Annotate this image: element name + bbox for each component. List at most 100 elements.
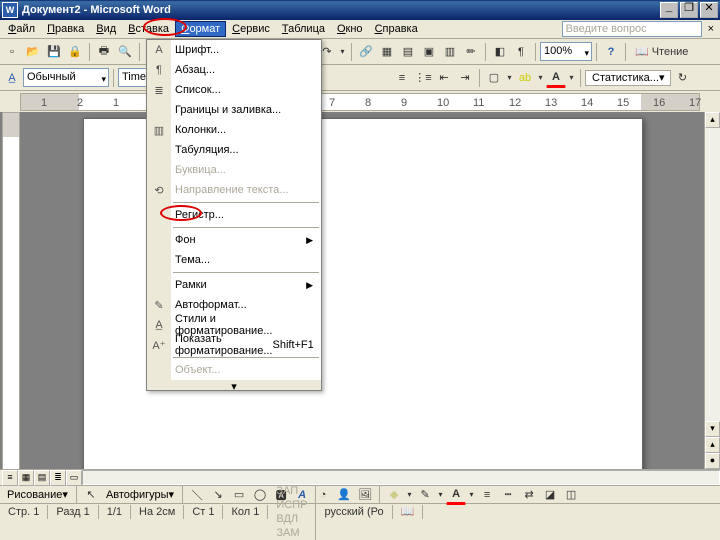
print-preview-button[interactable]: 🔍 — [115, 42, 135, 62]
dash-style-button[interactable]: ┅ — [498, 485, 518, 505]
columns-button[interactable]: ▥ — [440, 42, 460, 62]
excel-button[interactable]: ▣ — [419, 42, 439, 62]
ruler-mark: 2 — [77, 97, 83, 109]
menu-item-шрифт[interactable]: AШрифт... — [147, 40, 321, 60]
vertical-ruler[interactable] — [2, 112, 20, 485]
doc-map-button[interactable]: ◧ — [490, 42, 510, 62]
permissions-button[interactable]: 🔒 — [65, 42, 85, 62]
border-dropdown[interactable]: ▾ — [505, 73, 514, 82]
tables-borders-button[interactable]: ▦ — [377, 42, 397, 62]
menu-окно[interactable]: Окно — [331, 21, 369, 37]
zoom-combo[interactable]: 100% — [540, 42, 592, 61]
line-color-dropdown[interactable]: ▾ — [436, 490, 445, 499]
shadow-button[interactable]: ◪ — [540, 485, 560, 505]
expand-menu-chevron[interactable]: ▾ — [147, 380, 321, 390]
menu-справка[interactable]: Справка — [369, 21, 424, 37]
print-view-button[interactable]: ▤ — [34, 470, 50, 486]
reading-view-button[interactable]: ▭ — [66, 470, 82, 486]
style-combo[interactable]: Обычный — [23, 68, 109, 87]
scroll-track[interactable] — [705, 128, 720, 421]
new-doc-button[interactable]: ▫ — [2, 42, 22, 62]
menu-файл[interactable]: Файл — [2, 21, 41, 37]
rectangle-button[interactable]: ▭ — [229, 485, 249, 505]
bullets-button[interactable]: ⋮≡ — [413, 68, 433, 88]
horizontal-scrollbar[interactable]: ≡ ▦ ▤ ≣ ▭ — [0, 469, 720, 485]
menu-item-колонки[interactable]: ▥Колонки... — [147, 120, 321, 140]
status-mode-зам[interactable]: ЗАМ — [268, 526, 316, 540]
insert-table-button[interactable]: ▤ — [398, 42, 418, 62]
status-spellcheck-icon[interactable]: 📖 — [393, 505, 424, 519]
highlight-dropdown[interactable]: ▾ — [536, 73, 545, 82]
status-mode-зап[interactable]: ЗАП — [268, 484, 316, 498]
drawing-toggle-button[interactable]: ✏ — [461, 42, 481, 62]
decrease-indent-button[interactable]: ⇤ — [434, 68, 454, 88]
fill-color-dropdown[interactable]: ▾ — [405, 490, 414, 499]
menu-таблица[interactable]: Таблица — [276, 21, 331, 37]
menu-сервис[interactable]: Сервис — [226, 21, 276, 37]
line-color-button[interactable]: ✎ — [415, 485, 435, 505]
numbering-button[interactable]: ≡ — [392, 68, 412, 88]
menu-правка[interactable]: Правка — [41, 21, 90, 37]
vertical-scrollbar[interactable]: ▴ ▾ ▴ ● ▾ — [704, 112, 720, 485]
outline-view-button[interactable]: ≣ — [50, 470, 66, 486]
3d-button[interactable]: ◫ — [561, 485, 581, 505]
print-button[interactable]: 🖶 — [94, 42, 114, 62]
drawing-menu-button[interactable]: Рисование ▾ — [3, 487, 72, 503]
horizontal-ruler[interactable]: 121234567891011121314151617 — [20, 93, 700, 111]
recount-button[interactable]: ↻ — [672, 68, 692, 88]
close-button[interactable]: ✕ — [700, 2, 718, 18]
autoshapes-button[interactable]: Автофигуры ▾ — [102, 487, 178, 503]
menu-item-абзац[interactable]: ¶Абзац... — [147, 60, 321, 80]
menu-item-список[interactable]: ≣Список... — [147, 80, 321, 100]
read-mode-button[interactable]: 📖 Чтение — [630, 42, 693, 62]
select-objects-button[interactable]: ↖ — [81, 485, 101, 505]
open-button[interactable]: 📂 — [23, 42, 43, 62]
menu-item-табуляция[interactable]: Табуляция... — [147, 140, 321, 160]
fill-color-button[interactable]: ◆ — [384, 485, 404, 505]
menu-item-фон[interactable]: Фон▶ — [147, 230, 321, 250]
menu-item-регистр[interactable]: Регистр... — [147, 205, 321, 225]
increase-indent-button[interactable]: ⇥ — [455, 68, 475, 88]
menu-вставка[interactable]: Вставка — [122, 21, 175, 37]
outside-border-button[interactable]: ▢ — [484, 68, 504, 88]
scroll-down-button[interactable]: ▾ — [705, 421, 720, 437]
insert-picture-button[interactable]: 🖼 — [355, 485, 375, 505]
menu-item-границы-и-заливка[interactable]: Границы и заливка... — [147, 100, 321, 120]
statistics-button[interactable]: Статистика... ▾ — [585, 70, 671, 86]
clipart-button[interactable]: 👤 — [334, 485, 354, 505]
hyperlink-button[interactable]: 🔗 — [356, 42, 376, 62]
line-style-button[interactable]: ≡ — [477, 485, 497, 505]
save-button[interactable]: 💾 — [44, 42, 64, 62]
prev-page-button[interactable]: ▴ — [705, 437, 720, 453]
status-mode-испр[interactable]: ИСПР — [268, 498, 316, 512]
styles-pane-button[interactable]: A̲ — [2, 68, 22, 88]
normal-view-button[interactable]: ≡ — [2, 470, 18, 486]
minimize-button[interactable]: _ — [660, 2, 678, 18]
arrow-button[interactable]: ↘ — [208, 485, 228, 505]
highlight-button[interactable]: ab — [515, 68, 535, 88]
scroll-up-button[interactable]: ▴ — [705, 112, 720, 128]
menu-item-автоформат[interactable]: ✎Автоформат... — [147, 295, 321, 315]
font-color-draw-dropdown[interactable]: ▾ — [467, 490, 476, 499]
menu-item-рамки[interactable]: Рамки▶ — [147, 275, 321, 295]
redo-dropdown[interactable]: ▾ — [338, 47, 347, 56]
arrow-style-button[interactable]: ⇄ — [519, 485, 539, 505]
menu-item-тема[interactable]: Тема... — [147, 250, 321, 270]
restore-button[interactable]: ❐ — [680, 2, 698, 18]
web-view-button[interactable]: ▦ — [18, 470, 34, 486]
menu-вид[interactable]: Вид — [90, 21, 122, 37]
font-color-dropdown[interactable]: ▾ — [567, 73, 576, 82]
menu-item-показать-форматирование[interactable]: A⁺Показать форматирование...Shift+F1 — [147, 335, 321, 355]
doc-close-button[interactable]: × — [702, 23, 720, 35]
menu-формат[interactable]: Формат — [175, 21, 226, 37]
ask-question-input[interactable]: Введите вопрос — [562, 21, 702, 37]
font-color-button[interactable]: A — [546, 68, 566, 88]
show-marks-button[interactable]: ¶ — [511, 42, 531, 62]
font-color-draw-button[interactable]: A — [446, 485, 466, 505]
oval-button[interactable]: ◯ — [250, 485, 270, 505]
menu-item-стили-и-форматирование[interactable]: A̲Стили и форматирование... — [147, 315, 321, 335]
help-button[interactable]: ? — [601, 42, 621, 62]
line-button[interactable]: ＼ — [187, 485, 207, 505]
select-browse-button[interactable]: ● — [705, 453, 720, 469]
document-area[interactable] — [22, 112, 704, 485]
